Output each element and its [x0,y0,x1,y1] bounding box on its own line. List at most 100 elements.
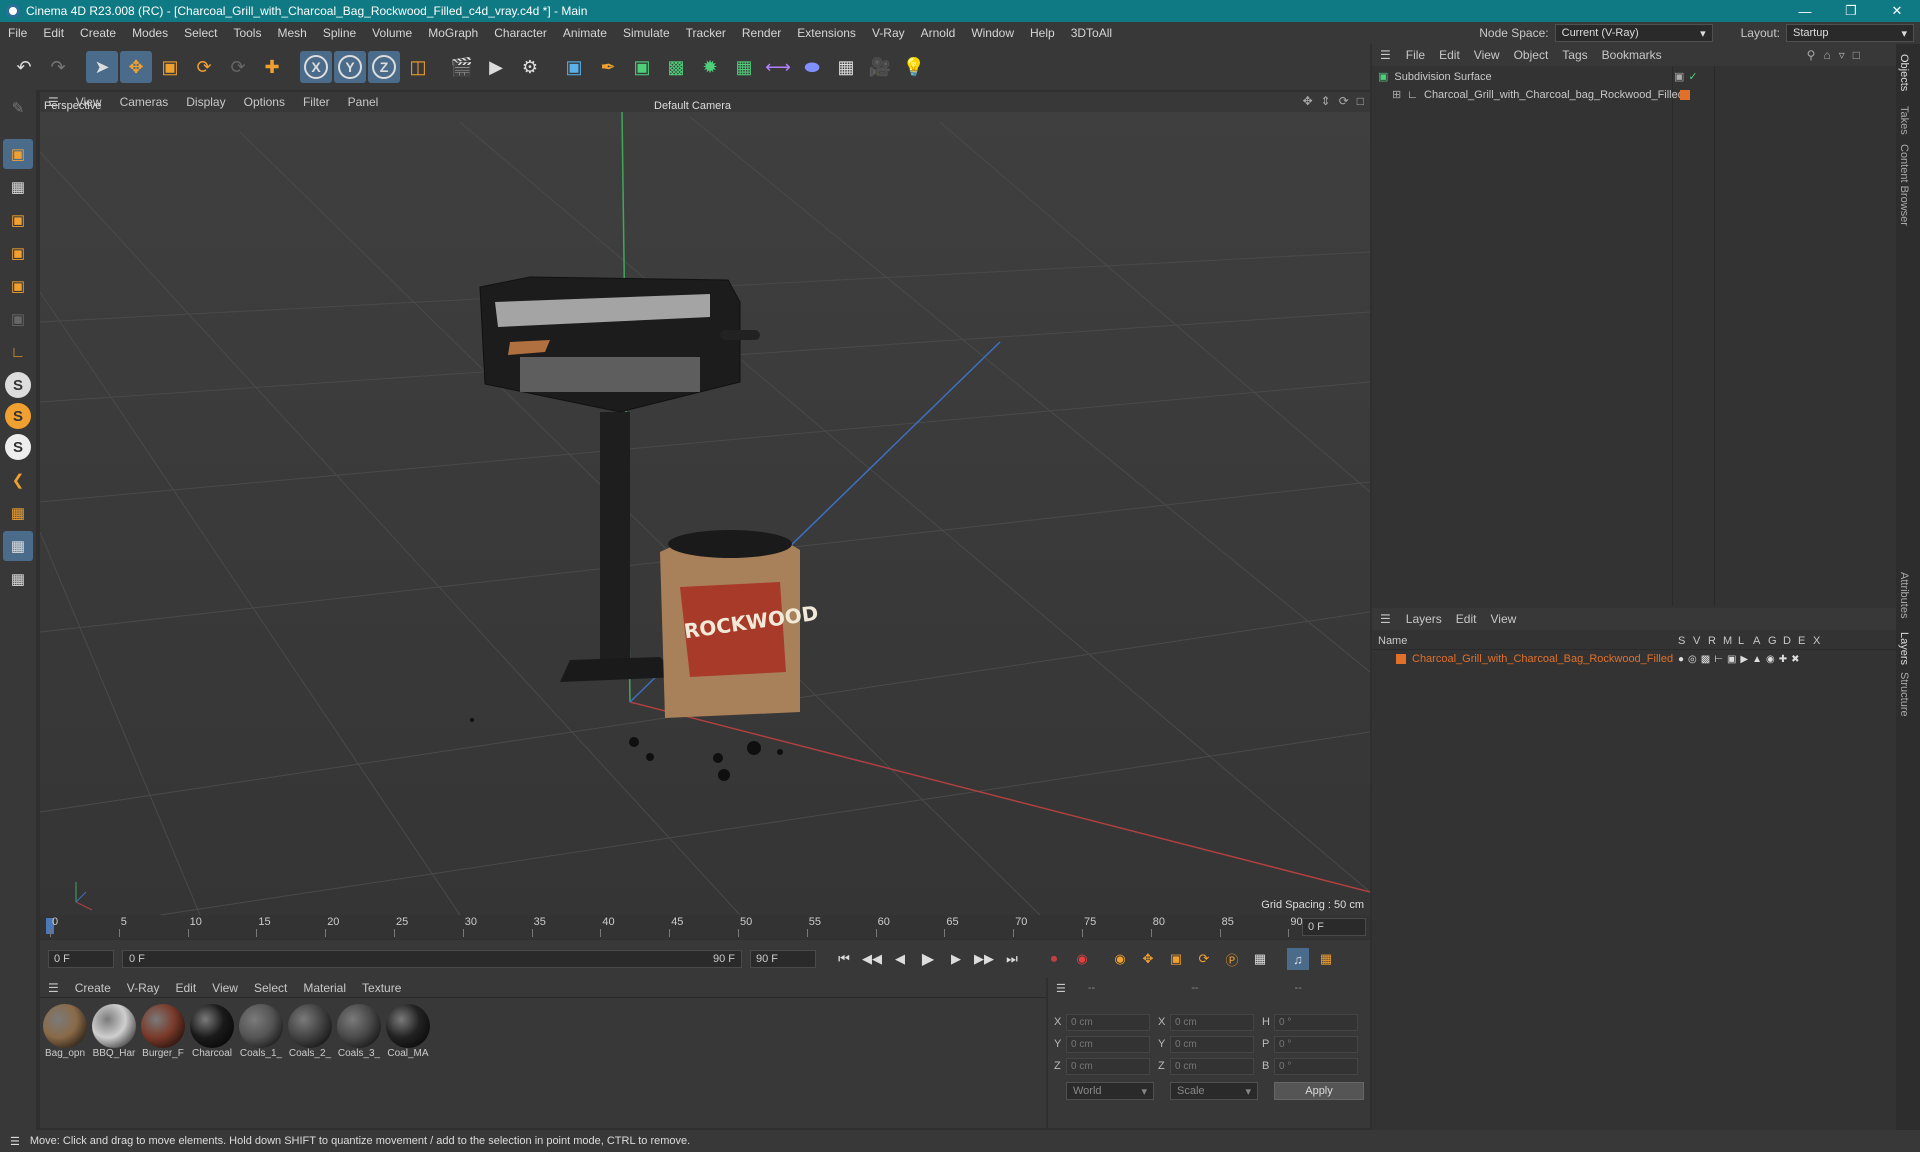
cloner-icon[interactable]: ✹ [694,51,726,83]
menu-render[interactable]: Render [734,26,789,40]
material-swatch[interactable]: BBQ_Har [91,1004,137,1059]
zoom-view-icon[interactable]: ⇕ [1321,94,1331,108]
home-icon[interactable]: ⌂ [1823,48,1830,62]
edit-flag-icon[interactable]: ▣ [1674,70,1684,83]
camera-icon[interactable]: 🎥 [864,51,896,83]
minimize-icon[interactable]: — [1782,0,1828,22]
layout-dropdown[interactable]: Startup ▾ [1786,24,1914,42]
material-menu-edit[interactable]: Edit [167,981,204,995]
snap-settings-icon[interactable]: S [5,403,31,429]
rotation-p-field[interactable]: 0 ° [1274,1036,1358,1053]
viewport-menu-panel[interactable]: Panel [339,95,388,109]
layers-menu-layers[interactable]: Layers [1399,612,1449,626]
position-y-field[interactable]: 0 cm [1066,1036,1150,1053]
material-swatch[interactable]: Coals_3_ [336,1004,382,1059]
layers-menu-edit[interactable]: Edit [1449,612,1484,626]
go-to-start-icon[interactable]: ⏮ [833,948,855,970]
tab-layers[interactable]: Layers [1898,632,1910,665]
menu-spline[interactable]: Spline [315,26,364,40]
render-settings-icon[interactable]: ⚙ [514,51,546,83]
live-selection-icon[interactable]: ➤ [86,51,118,83]
render-picture-viewer-icon[interactable]: ▶ [480,51,512,83]
autokeying-icon[interactable]: ◉ [1071,948,1093,970]
material-menu-texture[interactable]: Texture [354,981,409,995]
undo-icon[interactable]: ↶ [8,51,40,83]
menu-file[interactable]: File [0,26,35,40]
model-mode-icon[interactable]: ▣ [3,139,33,169]
recent-tool-icon[interactable]: ⟳ [222,51,254,83]
light-icon[interactable]: 💡 [898,51,930,83]
workplane-icon[interactable]: ▦ [3,498,33,528]
transform-icon[interactable]: ✚ [256,51,288,83]
menu-vray[interactable]: V-Ray [864,26,913,40]
texture-mode-icon[interactable]: ▦ [3,172,33,202]
restore-icon[interactable]: ❐ [1828,0,1874,22]
render-view-icon[interactable]: 🎬 [446,51,478,83]
magnet-icon[interactable]: ❮ [3,465,33,495]
key-pla-icon[interactable]: ▦ [1249,948,1271,970]
new-window-icon[interactable]: □ [1853,48,1860,62]
end-frame-field[interactable]: 90 F [750,950,816,968]
record-keys-icon[interactable]: ⏺ [1043,948,1065,970]
manager-icon[interactable]: ⊢ [1714,654,1723,665]
layers-menu-view[interactable]: View [1483,612,1523,626]
eye-icon[interactable]: ◎ [1688,654,1697,665]
apply-button[interactable]: Apply [1274,1082,1364,1100]
objects-menu-object[interactable]: Object [1507,48,1556,62]
render-icon[interactable]: ▩ [1701,654,1710,665]
menu-arnold[interactable]: Arnold [913,26,964,40]
expression-icon[interactable]: ✚ [1779,654,1787,665]
pen-spline-icon[interactable]: ✒ [592,51,624,83]
node-space-dropdown[interactable]: Current (V-Ray) ▾ [1554,24,1713,42]
menu-window[interactable]: Window [963,26,1022,40]
hamburger-icon[interactable]: ☰ [1372,48,1399,62]
menu-help[interactable]: Help [1022,26,1063,40]
timeline-ruler[interactable]: 0 5 10 15 20 25 30 35 40 45 50 55 60 65 70 75 80 85 90 0 F [40,915,1370,939]
material-menu-view[interactable]: View [204,981,246,995]
viewport-menu-options[interactable]: Options [235,95,294,109]
move-icon[interactable]: ✥ [120,51,152,83]
cube-icon[interactable]: ▣ [558,51,590,83]
subdivision-surface-icon[interactable]: ▣ [626,51,658,83]
current-frame-field[interactable]: 0 F [1302,918,1366,936]
viewport[interactable]: ☰ View Cameras Display Options Filter Pa… [39,92,1371,916]
go-to-end-icon[interactable]: ⏭ [1001,948,1023,970]
quantize-icon[interactable]: S [5,434,31,460]
maximize-view-icon[interactable]: □ [1357,94,1364,108]
size-y-field[interactable]: 0 cm [1170,1036,1254,1053]
material-swatch[interactable]: Bag_opn [42,1004,88,1059]
expand-icon[interactable]: ⊞ [1392,88,1401,101]
animation-icon[interactable]: ▶ [1740,654,1748,665]
uv-mode-icon[interactable]: ▣ [3,304,33,334]
material-menu-material[interactable]: Material [295,981,354,995]
extrude-icon[interactable]: ▩ [660,51,692,83]
hamburger-icon[interactable]: ☰ [40,981,67,995]
filter-icon[interactable]: ▿ [1839,48,1845,62]
layer-color-swatch[interactable] [1680,90,1690,100]
viewport-menu-cameras[interactable]: Cameras [111,95,178,109]
position-z-field[interactable]: 0 cm [1066,1058,1150,1075]
key-position-icon[interactable]: ✥ [1137,948,1159,970]
move-view-icon[interactable]: ✥ [1303,94,1313,108]
start-frame-field[interactable]: 0 F [48,950,114,968]
menu-volume[interactable]: Volume [364,26,420,40]
key-scale-icon[interactable]: ▣ [1165,948,1187,970]
axis-mode-icon[interactable]: ∟ [3,337,33,367]
objects-menu-bookmarks[interactable]: Bookmarks [1595,48,1669,62]
objects-menu-file[interactable]: File [1399,48,1432,62]
tab-objects[interactable]: Objects [1898,54,1910,91]
locked-workplane-icon[interactable]: ▦ [3,564,33,594]
deformer-icon[interactable]: ◉ [1766,654,1775,665]
menu-edit[interactable]: Edit [35,26,72,40]
tab-takes[interactable]: Takes [1898,106,1910,135]
field-icon[interactable]: ⬬ [796,51,828,83]
material-swatch[interactable]: Coals_1_ [238,1004,284,1059]
keyframe-selection-icon[interactable]: ◉ [1109,948,1131,970]
solo-dot-icon[interactable]: ● [1678,654,1684,665]
next-frame-icon[interactable]: ▶ [945,948,967,970]
material-swatch[interactable]: Coals_2_ [287,1004,333,1059]
size-mode-dropdown[interactable]: Scale ▾ [1170,1082,1258,1100]
edges-mode-icon[interactable]: ▣ [3,238,33,268]
position-x-field[interactable]: 0 cm [1066,1014,1150,1031]
hamburger-icon[interactable]: ☰ [1048,982,1074,995]
